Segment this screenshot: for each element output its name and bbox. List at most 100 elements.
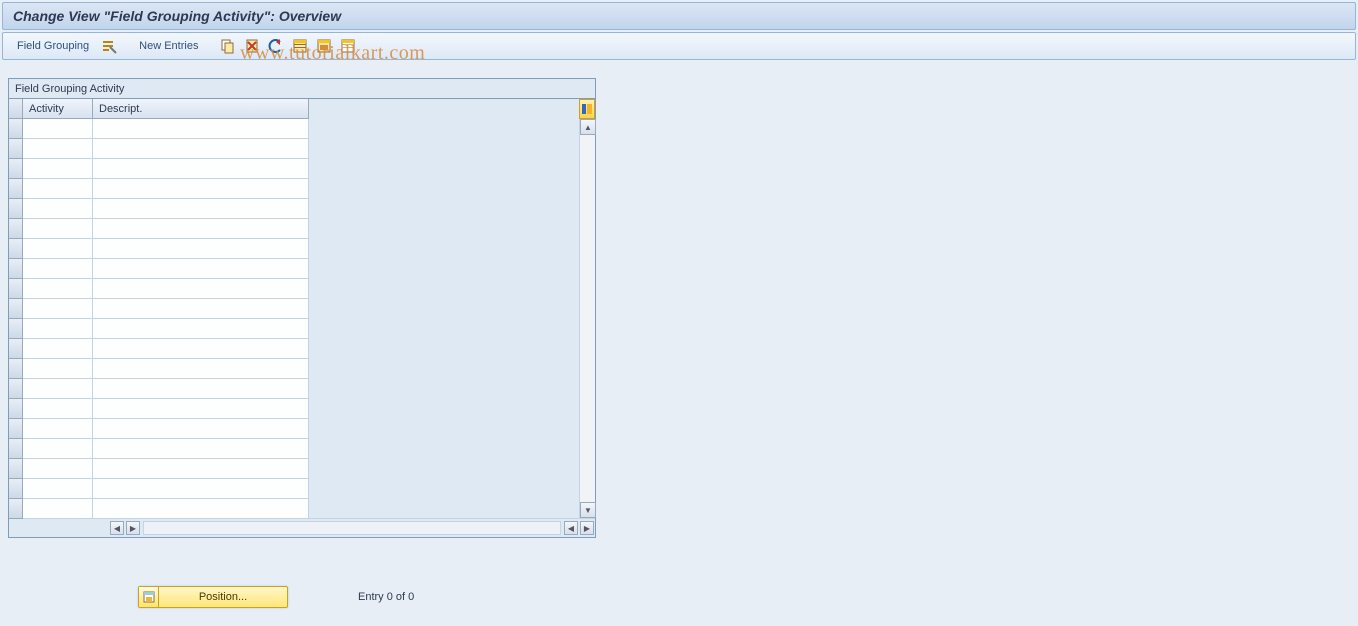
cell-descript[interactable] (93, 479, 309, 499)
row-selector[interactable] (9, 339, 23, 359)
cell-activity[interactable] (23, 379, 93, 399)
cell-descript[interactable] (93, 139, 309, 159)
scroll-down-icon[interactable]: ▼ (580, 502, 596, 518)
field-grouping-button[interactable]: Field Grouping (11, 36, 95, 56)
row-selector[interactable] (9, 239, 23, 259)
position-icon (139, 587, 159, 607)
cell-activity[interactable] (23, 119, 93, 139)
cell-activity[interactable] (23, 199, 93, 219)
cell-descript[interactable] (93, 239, 309, 259)
row-selector[interactable] (9, 499, 23, 519)
select-block-icon[interactable] (314, 36, 334, 56)
cell-activity[interactable] (23, 439, 93, 459)
cell-activity[interactable] (23, 179, 93, 199)
cell-descript[interactable] (93, 199, 309, 219)
cell-descript[interactable] (93, 219, 309, 239)
cell-activity[interactable] (23, 359, 93, 379)
horizontal-scroll-track[interactable] (143, 521, 561, 535)
row-selector[interactable] (9, 359, 23, 379)
delete-icon[interactable] (242, 36, 262, 56)
row-selector-header[interactable] (9, 99, 23, 119)
row-selector[interactable] (9, 259, 23, 279)
copy-as-icon[interactable] (218, 36, 238, 56)
cell-descript[interactable] (93, 499, 309, 519)
table-row (9, 199, 309, 219)
cell-activity[interactable] (23, 479, 93, 499)
cell-descript[interactable] (93, 159, 309, 179)
cell-activity[interactable] (23, 419, 93, 439)
scroll-left-step-icon[interactable]: ◀ (564, 521, 578, 535)
cell-activity[interactable] (23, 259, 93, 279)
horizontal-scrollbar[interactable]: ◀ ▶ ◀ ▶ (9, 519, 595, 537)
table-settings-icon[interactable] (579, 99, 595, 119)
cell-descript[interactable] (93, 339, 309, 359)
column-header-activity-label: Activity (29, 103, 64, 115)
row-selector[interactable] (9, 119, 23, 139)
row-selector[interactable] (9, 279, 23, 299)
table-row (9, 279, 309, 299)
cell-activity[interactable] (23, 499, 93, 519)
scroll-right-step-icon[interactable]: ▶ (126, 521, 140, 535)
details-icon[interactable] (99, 36, 119, 56)
row-selector[interactable] (9, 379, 23, 399)
page-title: Change View "Field Grouping Activity": O… (13, 8, 341, 24)
application-toolbar: Field Grouping New Entries (2, 32, 1356, 60)
cell-descript[interactable] (93, 419, 309, 439)
cell-activity[interactable] (23, 459, 93, 479)
cell-descript[interactable] (93, 259, 309, 279)
cell-activity[interactable] (23, 399, 93, 419)
scroll-right-icon[interactable]: ▶ (580, 521, 594, 535)
row-selector[interactable] (9, 419, 23, 439)
cell-descript[interactable] (93, 119, 309, 139)
footer-bar: Position... Entry 0 of 0 (8, 586, 1350, 608)
table-row (9, 319, 309, 339)
cell-activity[interactable] (23, 299, 93, 319)
scroll-left-icon[interactable]: ◀ (110, 521, 124, 535)
cell-descript[interactable] (93, 359, 309, 379)
cell-descript[interactable] (93, 399, 309, 419)
new-entries-button[interactable]: New Entries (133, 36, 204, 56)
row-selector[interactable] (9, 439, 23, 459)
cell-activity[interactable] (23, 319, 93, 339)
row-selector[interactable] (9, 319, 23, 339)
table-empty-pane: ▲ ▼ (309, 99, 595, 519)
cell-activity[interactable] (23, 139, 93, 159)
row-selector[interactable] (9, 219, 23, 239)
table-row (9, 439, 309, 459)
table-row (9, 179, 309, 199)
table-control: Field Grouping Activity Activity Descrip… (8, 78, 596, 538)
row-selector[interactable] (9, 479, 23, 499)
table-row (9, 259, 309, 279)
cell-descript[interactable] (93, 379, 309, 399)
vertical-scrollbar[interactable]: ▲ ▼ (579, 119, 595, 518)
row-selector[interactable] (9, 139, 23, 159)
column-header-activity[interactable]: Activity (23, 99, 93, 119)
cell-descript[interactable] (93, 439, 309, 459)
cell-activity[interactable] (23, 159, 93, 179)
table-row (9, 299, 309, 319)
cell-descript[interactable] (93, 179, 309, 199)
position-button[interactable]: Position... (138, 586, 288, 608)
cell-descript[interactable] (93, 319, 309, 339)
row-selector[interactable] (9, 179, 23, 199)
cell-activity[interactable] (23, 239, 93, 259)
select-all-icon[interactable] (290, 36, 310, 56)
cell-descript[interactable] (93, 299, 309, 319)
row-selector[interactable] (9, 399, 23, 419)
cell-descript[interactable] (93, 279, 309, 299)
row-selector[interactable] (9, 199, 23, 219)
column-header-descript[interactable]: Descript. (93, 99, 309, 119)
cell-activity[interactable] (23, 339, 93, 359)
field-grouping-label: Field Grouping (17, 40, 89, 52)
undo-change-icon[interactable] (266, 36, 286, 56)
vertical-scroll-track[interactable] (580, 135, 595, 502)
row-selector[interactable] (9, 459, 23, 479)
row-selector[interactable] (9, 159, 23, 179)
cell-activity[interactable] (23, 219, 93, 239)
cell-activity[interactable] (23, 279, 93, 299)
scroll-up-icon[interactable]: ▲ (580, 119, 596, 135)
cell-descript[interactable] (93, 459, 309, 479)
deselect-all-icon[interactable] (338, 36, 358, 56)
table-row (9, 419, 309, 439)
row-selector[interactable] (9, 299, 23, 319)
